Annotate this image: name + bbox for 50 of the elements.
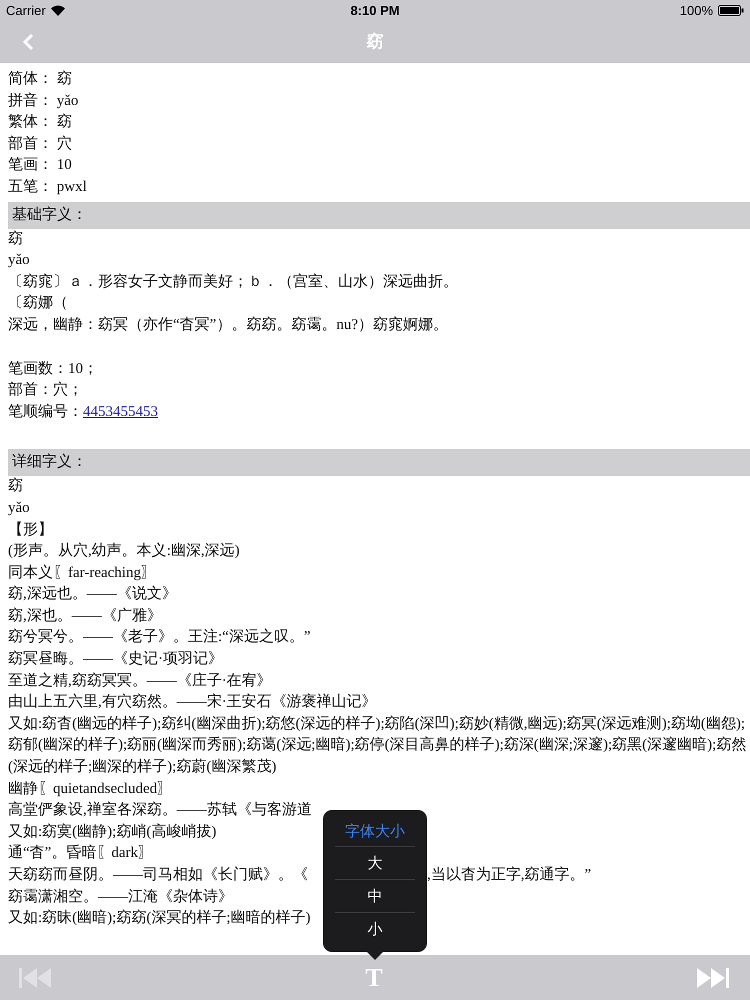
definition-line: 高堂俨象设,禅室各深窈。——苏轼《与客游道 — [8, 802, 312, 818]
definition-line: ,当以杳为正字,窈通字。” — [427, 865, 592, 885]
definition-line: 又如:窈杳(幽远的样子);窈纠(幽深曲折);窈悠(深远的样子);窈陷(深凹);窈妙(精微,幽远);窈冥(深远难测);窈坳(幽怨);窈郁(幽深的样子);窈丽(幽深而秀丽);窈蔼(深远;幽暗);窈停(深目高鼻的样子);窈深(幽深;深邃);窈黑(深邃幽暗);窈然(深远的样子;幽深的样子);窈蔚(幽深繁茂) — [8, 716, 746, 776]
stat-line: 笔画数：10； — [8, 360, 98, 377]
info-line: 笔画： 10 — [8, 157, 72, 174]
definition-line: 窈冥昼晦。——《史记·项羽记》 — [8, 651, 223, 668]
definition-line: 由山上五六里,有穴窈然。——宋·王安石《游褒禅山记》 — [8, 694, 377, 710]
definition-line: 又如:窈寞(幽静);窈峭(高峻峭拔) — [8, 824, 216, 840]
status-time: 8:10 PM — [350, 2, 400, 18]
definition-line: 窈 — [8, 230, 23, 247]
definition-line: 【形】 — [8, 522, 53, 538]
definition-line: 天窈窈而昼阴。——司马相如《长门赋》。《 — [8, 867, 308, 883]
back-chevron-icon — [22, 33, 34, 51]
definition-line: 窈 — [8, 478, 23, 494]
font-size-option[interactable]: 大 — [335, 847, 415, 880]
section-heading: 详细字义： — [8, 449, 750, 476]
info-line: 五笔： pwxl — [8, 178, 87, 195]
popover-title: 字体大小 — [335, 818, 415, 847]
font-size-option[interactable]: 中 — [335, 880, 415, 913]
wifi-icon — [50, 4, 65, 16]
definition-line: 窈,深远也。——《说文》 — [8, 586, 177, 602]
font-size-option[interactable]: 小 — [335, 913, 415, 946]
section-heading: 基础字义： — [8, 202, 750, 229]
definition-line: 〔窈娜（ — [8, 295, 68, 312]
definition-line: 深远，幽静：窈冥（亦作“杳冥”）。窈窈。窈霭。nu?）窈窕婀娜。 — [8, 316, 448, 333]
definition-line: 窈兮冥兮。——《老子》。王注:“深远之叹。” — [8, 629, 310, 646]
stat-line: 部首：穴； — [8, 382, 83, 398]
stroke-order-link[interactable]: 4453455453 — [83, 404, 158, 420]
definition-line: 窈,深也。——《广雅》 — [8, 608, 162, 624]
definition-line: 同本义〖far-reaching〗 — [8, 564, 156, 581]
definition-line: (形声。从穴,幼声。本义:幽深,深远) — [8, 543, 240, 560]
battery-icon — [718, 4, 744, 16]
skip-forward-button[interactable] — [696, 966, 730, 988]
definition-line: yǎo — [8, 252, 30, 268]
skip-forward-icon — [696, 966, 730, 988]
info-line: 部首： 穴 — [8, 136, 72, 152]
definition-line: 通“杳”。昏暗〖dark〗 — [8, 845, 153, 862]
definition-line: 窈霭潇湘空。——江淹《杂体诗》 — [8, 888, 233, 905]
definition-line: 至道之精,窈窈冥冥。——《庄子·在宥》 — [8, 672, 272, 689]
skip-back-icon — [18, 966, 52, 988]
stat-label: 笔顺编号： — [8, 404, 83, 420]
battery-percent: 100% — [680, 2, 714, 18]
info-line: 简体： 窈 — [8, 71, 72, 87]
info-line: 繁体： 窈 — [8, 114, 72, 130]
carrier-label: Carrier — [6, 2, 46, 18]
info-line: 拼音： yǎo — [8, 92, 78, 109]
definition-line: 〔窈窕〕ａ．形容女子文静而美好；ｂ．（宫室、山水）深远曲折。 — [8, 274, 458, 290]
definition-line: yǎo — [8, 500, 30, 516]
definition-line: 又如:窈昧(幽暗);窈窈(深冥的样子;幽暗的样子) — [8, 910, 310, 926]
definition-line: 幽静〖quietandsecluded〗 — [8, 780, 172, 797]
